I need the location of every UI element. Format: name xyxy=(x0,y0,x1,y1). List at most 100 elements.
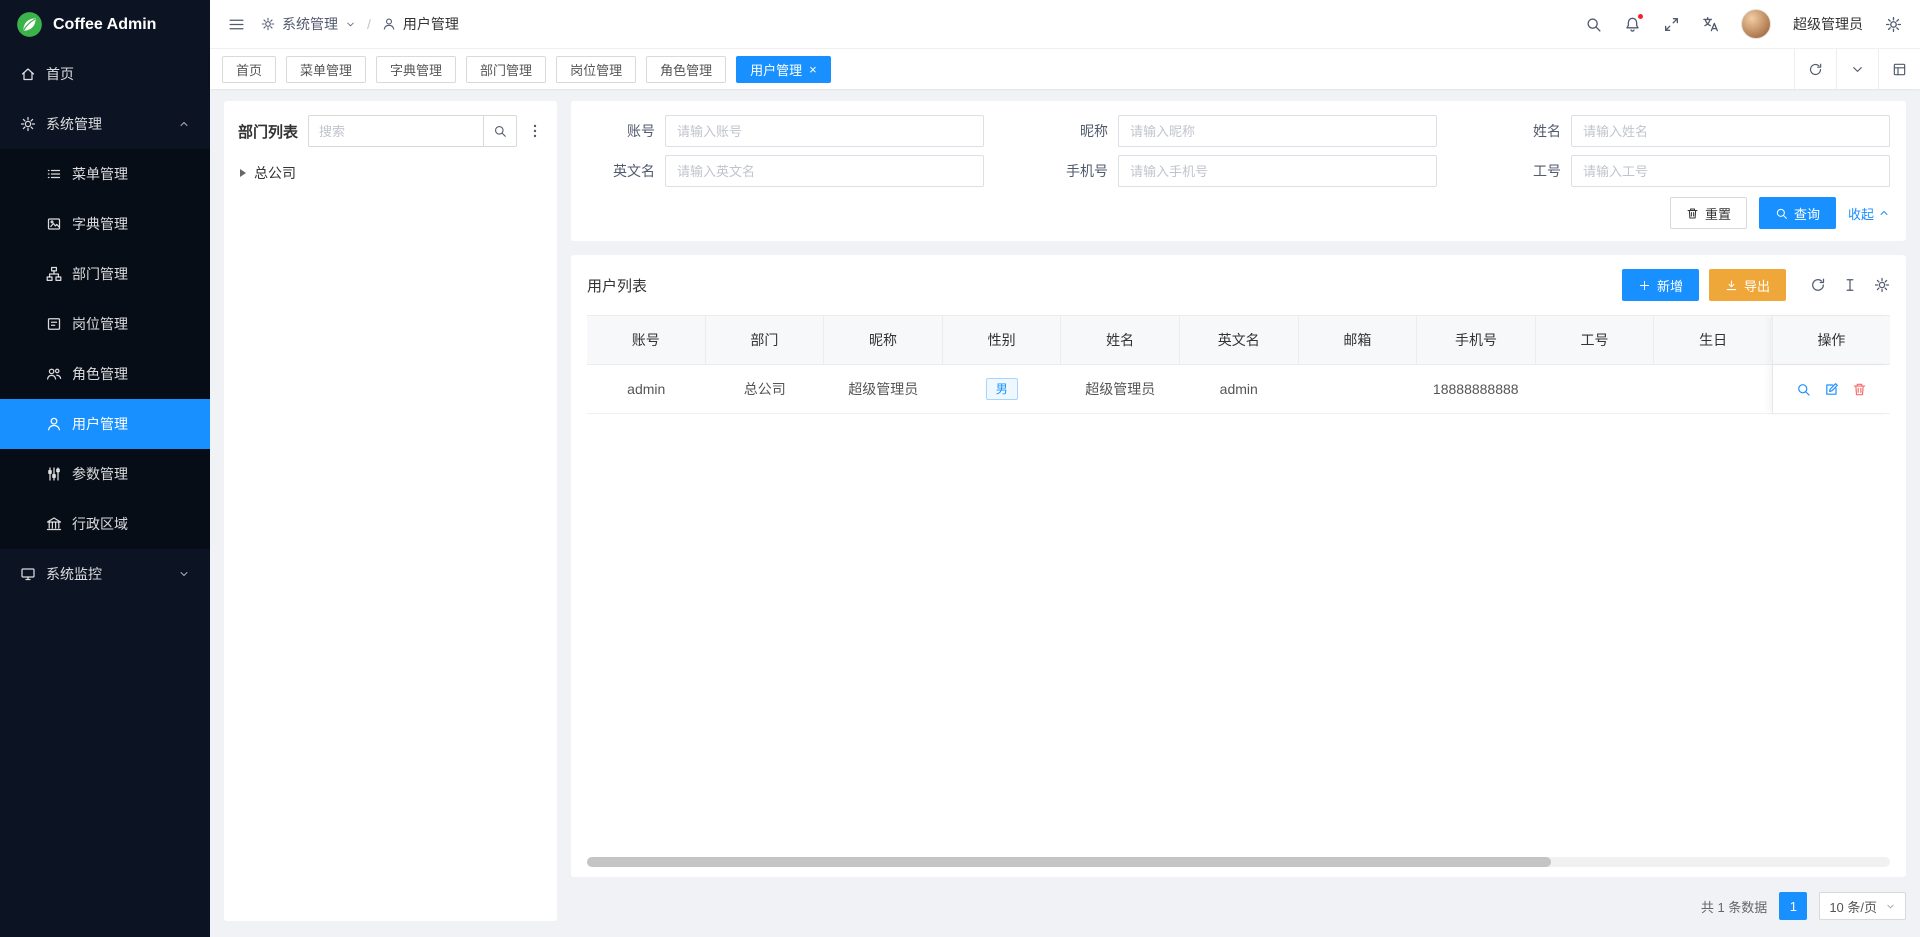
dictionary-icon xyxy=(46,216,62,232)
tab-menu-management[interactable]: 菜单管理 xyxy=(286,56,366,83)
search-button[interactable]: 查询 xyxy=(1759,197,1836,229)
sidebar-item-system-monitor[interactable]: 系统监控 xyxy=(0,549,210,599)
reset-button[interactable]: 重置 xyxy=(1670,197,1747,229)
tab-bar: 首页 菜单管理 字典管理 部门管理 岗位管理 角色管理 用户管理 × xyxy=(210,49,1920,89)
page-size-select[interactable]: 10 条/页 xyxy=(1819,892,1906,920)
refresh-icon[interactable] xyxy=(1794,49,1836,89)
chevron-down-icon[interactable] xyxy=(345,19,356,30)
work-no-input[interactable] xyxy=(1571,155,1890,187)
sidebar-item-system-management[interactable]: 系统管理 xyxy=(0,99,210,149)
notification-dot xyxy=(1637,13,1644,20)
cell-account: admin xyxy=(587,365,706,413)
pagination: 共 1 条数据 1 10 条/页 xyxy=(571,891,1906,921)
sidebar-item-role-management[interactable]: 角色管理 xyxy=(0,349,210,399)
sidebar-item-label: 部门管理 xyxy=(72,264,128,284)
notification-bell-icon[interactable] xyxy=(1624,16,1641,33)
search-icon xyxy=(1775,207,1788,220)
layout-icon[interactable] xyxy=(1878,49,1920,89)
plus-icon xyxy=(1638,279,1651,292)
tab-post-management[interactable]: 岗位管理 xyxy=(556,56,636,83)
system-submenu: 菜单管理 字典管理 部门管理 岗位管理 角色管理 xyxy=(0,149,210,549)
tab-user-management[interactable]: 用户管理 × xyxy=(736,56,831,83)
cell-birthday xyxy=(1654,365,1773,413)
breadcrumb: 系统管理 / 用户管理 xyxy=(261,14,459,34)
col-english-name: 英文名 xyxy=(1179,316,1298,364)
department-search-input[interactable] xyxy=(308,115,483,147)
sidebar-item-menu-management[interactable]: 菜单管理 xyxy=(0,149,210,199)
tree-node-head-office[interactable]: 总公司 xyxy=(238,161,543,185)
tab-controls xyxy=(1794,49,1920,89)
edit-icon[interactable] xyxy=(1824,382,1839,397)
tab-home[interactable]: 首页 xyxy=(222,56,276,83)
sidebar-item-label: 系统管理 xyxy=(46,114,102,134)
user-list-toolbar: 新增 导出 xyxy=(1622,269,1890,301)
tab-close-icon[interactable]: × xyxy=(809,63,817,76)
settings-gear-icon[interactable] xyxy=(1885,16,1902,33)
col-work-no: 工号 xyxy=(1535,316,1654,364)
translate-icon[interactable] xyxy=(1702,16,1719,33)
name-input[interactable] xyxy=(1571,115,1890,147)
sidebar-item-post-management[interactable]: 岗位管理 xyxy=(0,299,210,349)
view-detail-icon[interactable] xyxy=(1796,382,1811,397)
sidebar-item-label: 用户管理 xyxy=(72,414,128,434)
breadcrumb-item-system[interactable]: 系统管理 xyxy=(282,14,338,34)
sidebar-menu: 首页 系统管理 菜单管理 字典管理 部门管理 xyxy=(0,49,210,937)
field-label: 工号 xyxy=(1493,161,1571,181)
field-phone: 手机号 xyxy=(1040,155,1437,187)
add-user-button[interactable]: 新增 xyxy=(1622,269,1699,301)
cell-email xyxy=(1298,365,1417,413)
search-icon[interactable] xyxy=(1585,16,1602,33)
gender-tag: 男 xyxy=(986,378,1018,400)
sidebar-item-home[interactable]: 首页 xyxy=(0,49,210,99)
cell-english-name: admin xyxy=(1180,365,1299,413)
gear-icon xyxy=(20,116,36,132)
sidebar-item-param-management[interactable]: 参数管理 xyxy=(0,449,210,499)
department-search-button[interactable] xyxy=(483,115,517,147)
tab-role-management[interactable]: 角色管理 xyxy=(646,56,726,83)
home-icon xyxy=(20,66,36,82)
username-label[interactable]: 超级管理员 xyxy=(1793,14,1863,34)
collapse-form-link[interactable]: 收起 xyxy=(1848,204,1890,223)
sidebar-item-label: 行政区域 xyxy=(72,514,128,534)
person-icon xyxy=(382,17,396,31)
user-list-card: 用户列表 新增 导出 xyxy=(571,255,1906,877)
export-button[interactable]: 导出 xyxy=(1709,269,1786,301)
sidebar-item-dict-management[interactable]: 字典管理 xyxy=(0,199,210,249)
col-nickname: 昵称 xyxy=(823,316,942,364)
user-avatar[interactable] xyxy=(1741,9,1771,39)
more-options-icon[interactable] xyxy=(527,123,543,139)
refresh-icon[interactable] xyxy=(1810,277,1826,293)
chevron-up-icon xyxy=(1878,207,1890,219)
tab-menu-chevron-icon[interactable] xyxy=(1836,49,1878,89)
tree-expand-caret-icon[interactable] xyxy=(240,169,246,177)
sidebar-item-label: 首页 xyxy=(46,64,74,84)
people-icon xyxy=(46,366,62,382)
sidebar-item-label: 岗位管理 xyxy=(72,314,128,334)
fullscreen-icon[interactable] xyxy=(1663,16,1680,33)
account-input[interactable] xyxy=(665,115,984,147)
phone-input[interactable] xyxy=(1118,155,1437,187)
tab-dept-management[interactable]: 部门管理 xyxy=(466,56,546,83)
col-name: 姓名 xyxy=(1060,316,1179,364)
nickname-input[interactable] xyxy=(1118,115,1437,147)
delete-icon[interactable] xyxy=(1852,382,1867,397)
tab-dict-management[interactable]: 字典管理 xyxy=(376,56,456,83)
list-icon xyxy=(46,166,62,182)
sidebar-item-user-management[interactable]: 用户管理 xyxy=(0,399,210,449)
download-icon xyxy=(1725,279,1738,292)
row-height-icon[interactable] xyxy=(1842,277,1858,293)
right-column: 账号 昵称 姓名 英文名 xyxy=(571,101,1906,921)
cell-phone: 18888888888 xyxy=(1417,365,1536,413)
column-settings-gear-icon[interactable] xyxy=(1874,277,1890,293)
horizontal-scrollbar-thumb[interactable] xyxy=(587,857,1551,867)
app-title: Coffee Admin xyxy=(53,16,156,34)
sidebar-item-dept-management[interactable]: 部门管理 xyxy=(0,249,210,299)
field-label: 手机号 xyxy=(1040,161,1118,181)
page-number-button[interactable]: 1 xyxy=(1779,892,1807,920)
sidebar-item-region-management[interactable]: 行政区域 xyxy=(0,499,210,549)
horizontal-scrollbar-track[interactable] xyxy=(587,857,1890,867)
sidebar-collapse-icon[interactable] xyxy=(228,16,245,33)
breadcrumb-item-current: 用户管理 xyxy=(403,14,459,34)
english-name-input[interactable] xyxy=(665,155,984,187)
sidebar-item-label: 角色管理 xyxy=(72,364,128,384)
